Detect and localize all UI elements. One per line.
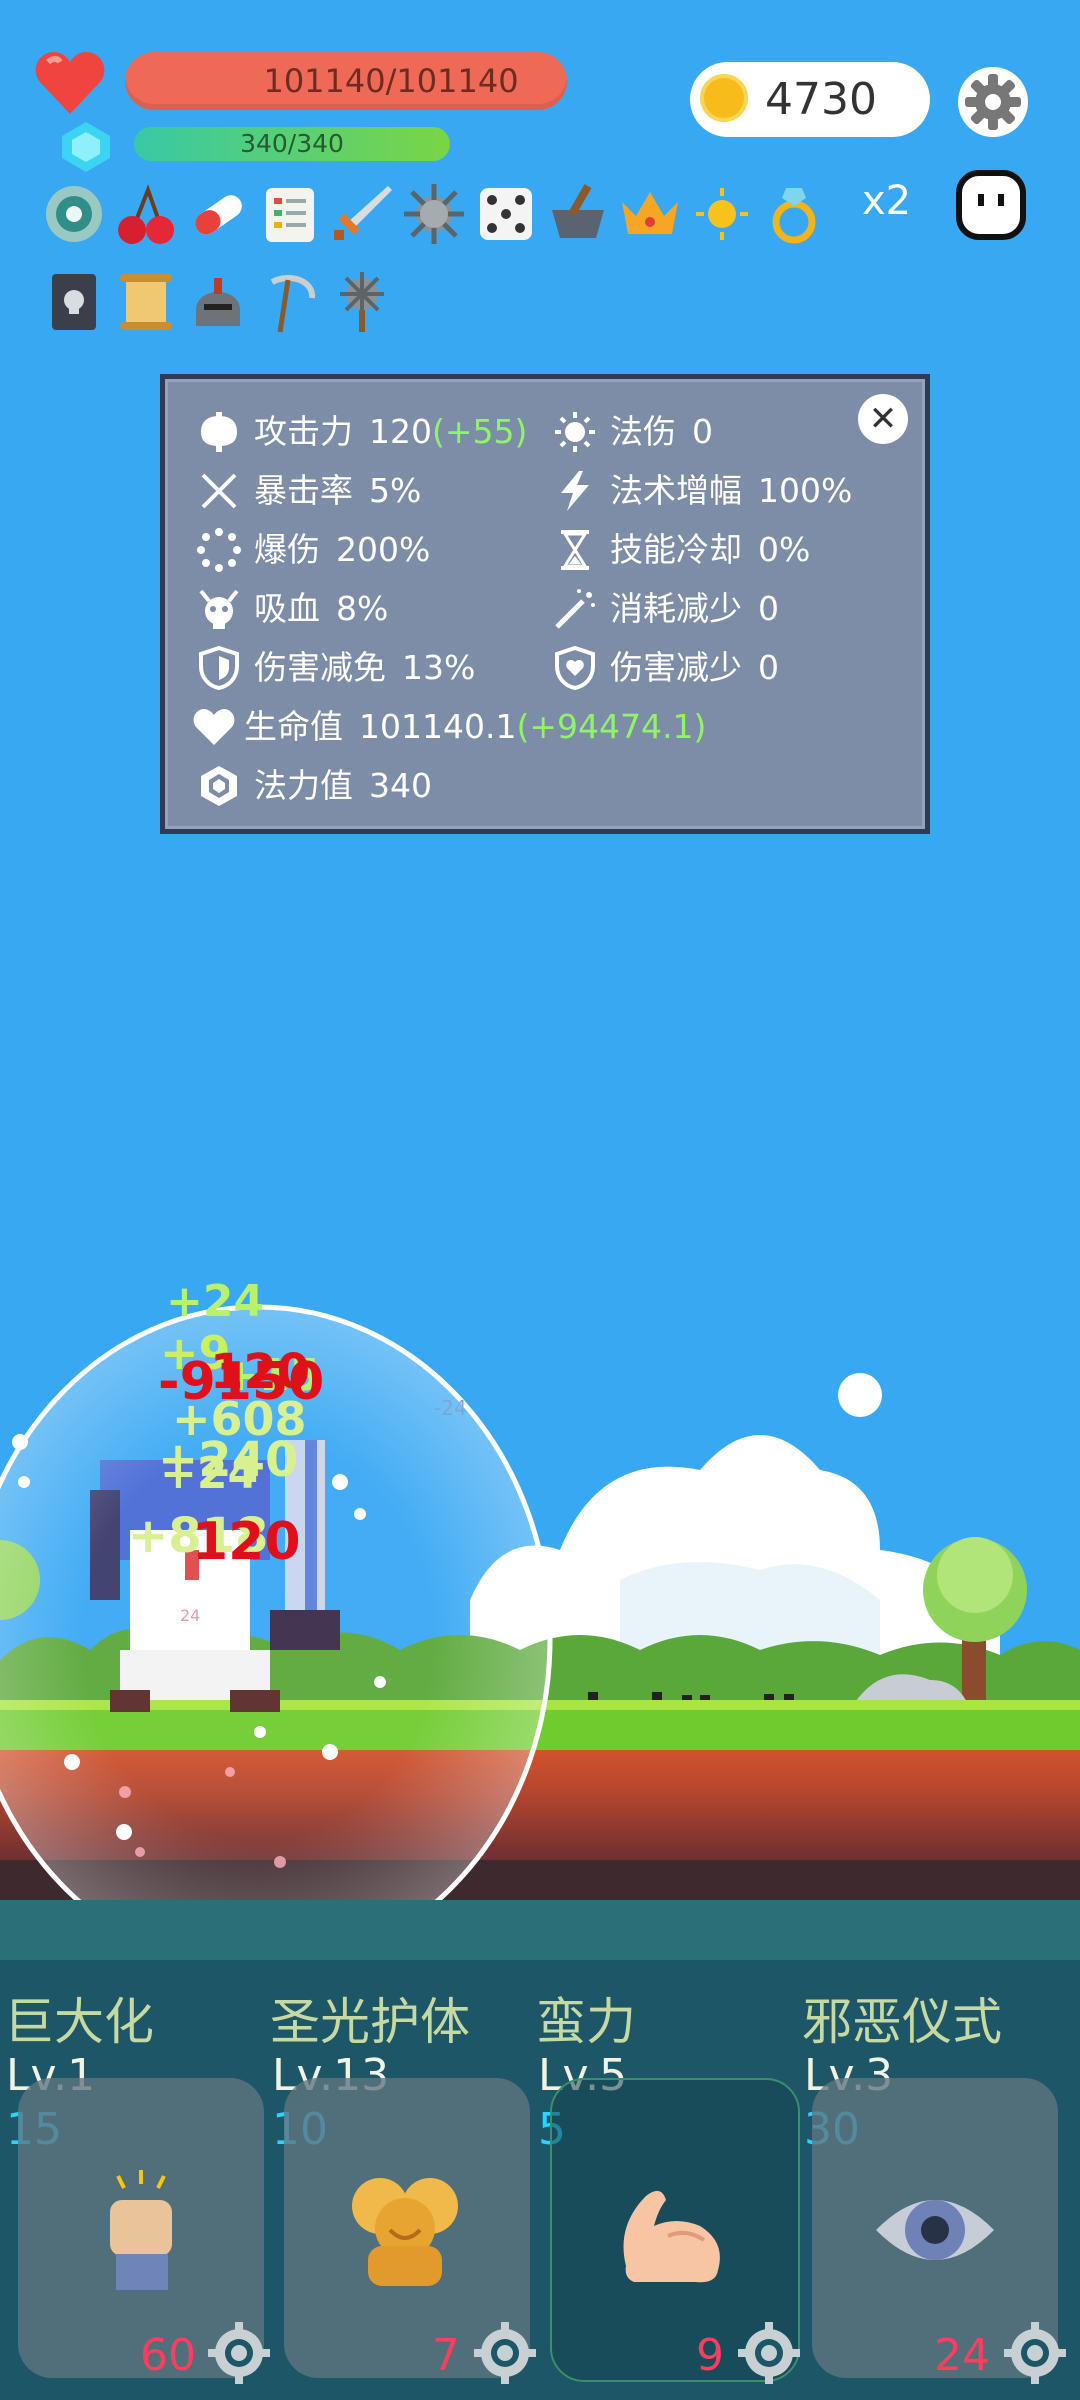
hp-text: 101140/101140 — [263, 62, 519, 100]
heal-number: +24 — [166, 1276, 265, 1327]
crystal-icon — [192, 764, 246, 808]
stat-magic-damage: 法伤 0 — [548, 407, 888, 457]
demon-skull-icon — [192, 587, 246, 631]
stats-left-column: 攻击力 120 (+55) 暴击率 5% 爆伤 200% 吸血 8% 伤害减免 … — [192, 407, 706, 811]
cherry-icon[interactable] — [114, 182, 178, 246]
spiked-ball-icon[interactable] — [402, 182, 466, 246]
crown-icon[interactable] — [618, 182, 682, 246]
notepad-icon[interactable] — [258, 182, 322, 246]
skill-cooldown: 9 — [696, 2330, 724, 2381]
small-damage-number: -24 — [434, 1396, 467, 1420]
dice-icon[interactable] — [474, 182, 538, 246]
sun-icon[interactable] — [690, 182, 754, 246]
bicep-icon — [606, 2166, 736, 2296]
skill-name: 圣光护体 — [270, 1993, 470, 2051]
target-icon[interactable] — [42, 182, 106, 246]
skill-cooldown: 7 — [432, 2330, 460, 2381]
golden-angels-icon — [340, 2166, 470, 2296]
skill-cooldown: 60 — [140, 2330, 196, 2381]
heart-shield-icon — [548, 646, 602, 690]
stat-mana: 法力值 340 — [192, 761, 562, 811]
damage-number: 120 — [192, 1512, 301, 1572]
heart-icon — [192, 705, 236, 749]
stat-cooldown: 技能冷却 0% — [548, 525, 888, 575]
sun-icon — [548, 410, 602, 454]
magic-wand-icon — [548, 587, 602, 631]
gem-icon — [60, 120, 112, 174]
gear-icon[interactable] — [208, 2322, 270, 2384]
heart-icon — [34, 48, 106, 118]
stat-crit-rate: 暴击率 5% — [192, 466, 562, 516]
coin-icon — [700, 74, 748, 122]
gear-icon[interactable] — [1004, 2322, 1066, 2384]
stat-attack: 攻击力 120 (+55) — [192, 407, 562, 457]
stats-right-column: 法伤 0 法术增幅 100% 技能冷却 0% 消耗减少 0 伤害减少 0 — [548, 407, 888, 693]
lightning-icon — [548, 469, 602, 513]
skill-name: 邪恶仪式 — [802, 1993, 1002, 2051]
fist-icon — [96, 2166, 186, 2296]
hourglass-icon — [548, 528, 602, 572]
axe-icon — [192, 410, 246, 454]
stat-cost-reduction: 消耗减少 0 — [548, 584, 888, 634]
skill-name: 巨大化 — [4, 1993, 154, 2051]
heal-number: +24 — [160, 1448, 259, 1499]
helmet-icon[interactable] — [186, 270, 250, 334]
mortar-icon[interactable] — [546, 182, 610, 246]
stat-crit-damage: 爆伤 200% — [192, 525, 562, 575]
sword-icon[interactable] — [330, 182, 394, 246]
mace-icon[interactable] — [330, 270, 394, 334]
ring-icon[interactable] — [762, 182, 826, 246]
pill-icon[interactable] — [186, 182, 250, 246]
skill-name: 蛮力 — [536, 1993, 636, 2051]
scroll-icon[interactable] — [114, 270, 178, 334]
scythe-icon[interactable] — [258, 270, 322, 334]
skull-book-icon[interactable] — [42, 270, 106, 334]
stat-damage-decrease: 伤害减少 0 — [548, 643, 888, 693]
skill-bar-top-stripe — [0, 1900, 1080, 1960]
burst-icon — [192, 528, 246, 572]
ghost-icon[interactable] — [956, 170, 1026, 240]
shield-icon — [192, 646, 246, 690]
eye-icon — [870, 2180, 1000, 2280]
stat-spell-amp: 法术增幅 100% — [548, 466, 888, 516]
stat-lifesteal: 吸血 8% — [192, 584, 562, 634]
gear-icon[interactable] — [474, 2322, 536, 2384]
coin-amount: 4730 — [765, 74, 877, 125]
speed-multiplier[interactable]: x2 — [862, 178, 911, 224]
gear-icon[interactable] — [738, 2322, 800, 2384]
small-damage-number: 24 — [180, 1606, 201, 1625]
skill-cooldown: 24 — [934, 2330, 990, 2381]
stat-health: 生命值 101140.1 (+94474.1) — [192, 702, 706, 752]
crossed-swords-icon — [192, 469, 246, 513]
gear-icon[interactable] — [957, 66, 1029, 138]
stat-damage-reduction: 伤害减免 13% — [192, 643, 562, 693]
mp-text: 340/340 — [240, 129, 344, 158]
